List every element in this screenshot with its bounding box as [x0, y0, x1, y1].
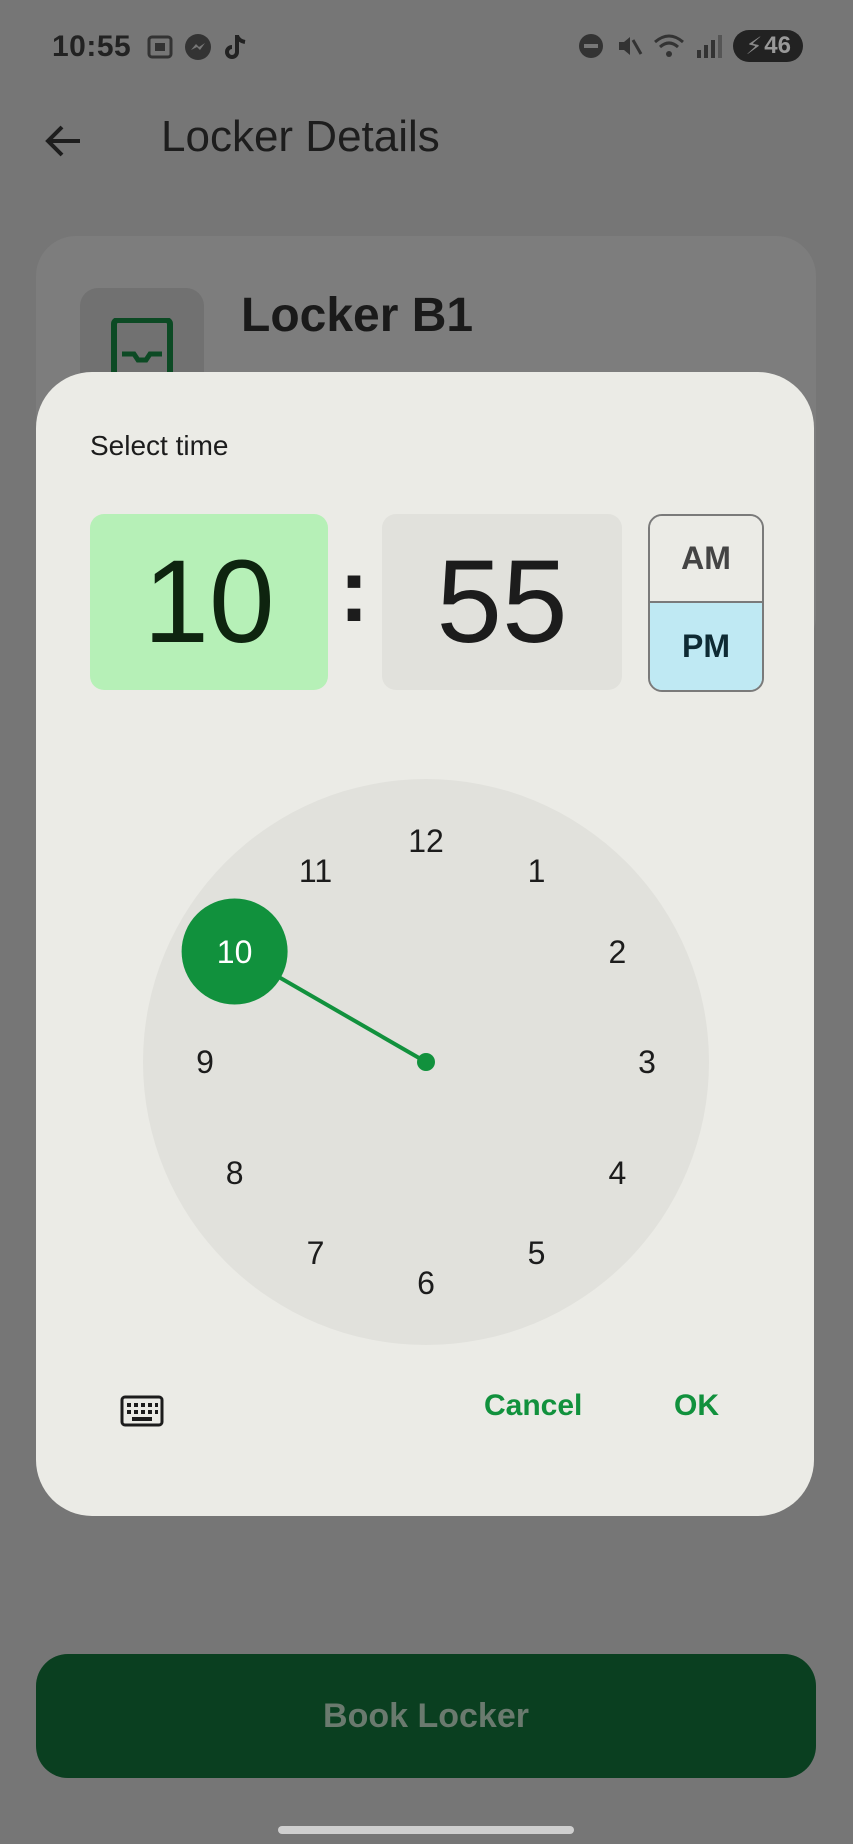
dnd-icon [579, 34, 604, 58]
clock-number-11[interactable]: 11 [286, 851, 346, 891]
clock-number-12[interactable]: 12 [396, 821, 456, 861]
time-separator: : [339, 541, 369, 641]
am-toggle[interactable]: AM [650, 516, 762, 603]
screenshot-icon [147, 35, 173, 59]
cancel-button[interactable]: Cancel [478, 1388, 588, 1424]
pm-toggle[interactable]: PM [650, 603, 762, 690]
ok-button[interactable]: OK [668, 1388, 725, 1424]
notification-icons [145, 32, 251, 62]
home-indicator[interactable] [278, 1826, 574, 1834]
battery-charging-icon: ⚡ 46 [733, 30, 803, 62]
clock-number-8[interactable]: 8 [205, 1153, 265, 1193]
app-bar: Locker Details [0, 100, 853, 180]
locker-name: Locker B1 [241, 289, 474, 342]
clock-hand-center [417, 1053, 435, 1071]
clock-number-4[interactable]: 4 [587, 1153, 647, 1193]
status-time: 10:55 [52, 30, 132, 63]
signal-icon [697, 35, 723, 58]
clock-number-2[interactable]: 2 [587, 932, 647, 972]
keyboard-icon[interactable] [120, 1395, 164, 1427]
clock-dial[interactable]: 12 1 2 3 4 5 6 7 8 9 10 11 [143, 779, 709, 1345]
status-bar: 10:55 ⚡ 46 [0, 0, 853, 100]
clock-number-5[interactable]: 5 [507, 1233, 567, 1273]
clock-number-10[interactable]: 10 [205, 932, 265, 972]
clock-number-6[interactable]: 6 [396, 1263, 456, 1303]
tiktok-icon [225, 35, 246, 59]
clock-number-7[interactable]: 7 [286, 1233, 346, 1273]
arrow-left-icon[interactable] [40, 118, 86, 164]
page-title: Locker Details [161, 112, 440, 161]
system-icons: ⚡ 46 [577, 30, 803, 62]
minute-field[interactable]: 55 [382, 514, 622, 690]
clock-number-9[interactable]: 9 [175, 1042, 235, 1082]
dialog-title: Select time [90, 430, 229, 461]
period-selector: AM PM [648, 514, 764, 692]
wifi-icon [654, 34, 685, 57]
clock-number-3[interactable]: 3 [617, 1042, 677, 1082]
time-picker-dialog: Select time 10 : 55 AM PM 12 1 2 3 4 5 6 7 8 9 10 1… [36, 372, 814, 1516]
messenger-icon [185, 34, 211, 60]
clock-number-1[interactable]: 1 [507, 851, 567, 891]
battery-level: 46 [764, 32, 791, 59]
mute-icon [619, 37, 643, 55]
book-locker-button[interactable]: Book Locker [36, 1654, 816, 1778]
hour-field[interactable]: 10 [90, 514, 328, 690]
